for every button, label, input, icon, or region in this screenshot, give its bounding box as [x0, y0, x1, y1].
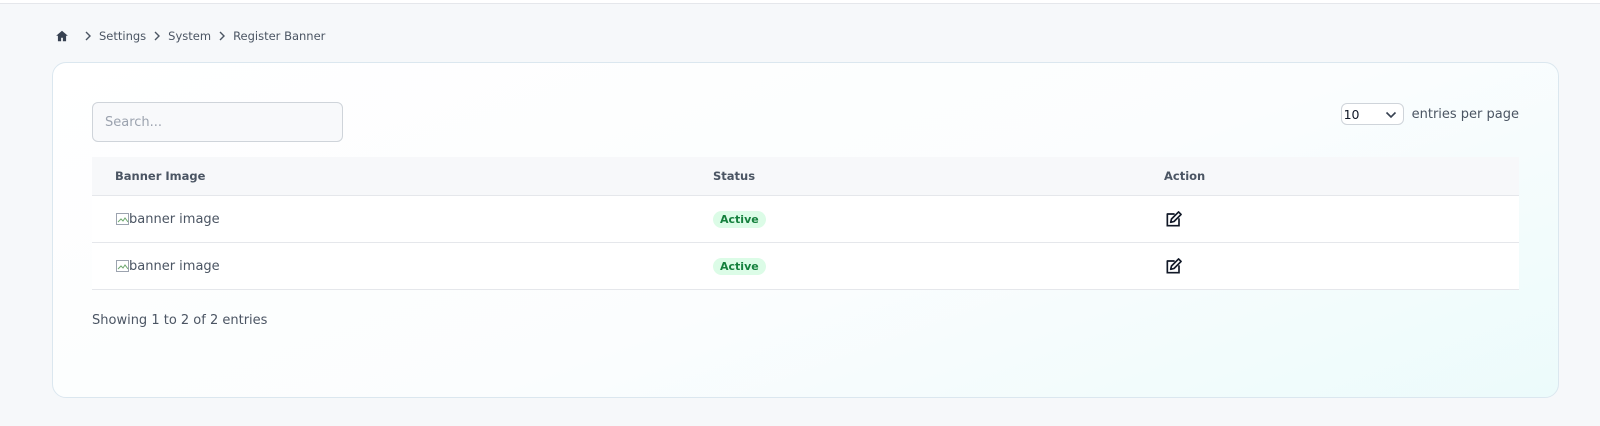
banner-image: banner image [115, 211, 220, 227]
column-header-action[interactable]: Action [1164, 169, 1519, 183]
table-row: banner image Active [92, 196, 1519, 243]
column-header-status[interactable]: Status [713, 169, 1164, 183]
table-header: Banner Image Status Action [92, 157, 1519, 196]
chevron-right-icon [150, 31, 164, 41]
chevron-down-icon [1385, 107, 1397, 122]
banner-image: banner image [115, 258, 220, 274]
page-size-value: 10 [1343, 106, 1360, 122]
breadcrumb-item-settings[interactable]: Settings [99, 29, 146, 43]
edit-icon[interactable] [1164, 209, 1184, 229]
entries-info: Showing 1 to 2 of 2 entries [92, 313, 268, 328]
breadcrumb-item-system[interactable]: System [168, 29, 211, 43]
banner-table: Banner Image Status Action banner image … [92, 157, 1519, 290]
status-badge: Active [713, 210, 766, 228]
banner-image-alt: banner image [129, 258, 220, 274]
breadcrumb-item-register-banner: Register Banner [233, 29, 326, 43]
banner-list-card: 10 entries per page Banner Image Status … [52, 62, 1559, 398]
edit-icon[interactable] [1164, 256, 1184, 276]
banner-image-alt: banner image [129, 211, 220, 227]
chevron-right-icon [215, 31, 229, 41]
column-header-banner-image[interactable]: Banner Image [92, 169, 713, 183]
per-page-label: entries per page [1411, 106, 1519, 122]
top-bar [0, 0, 1600, 4]
breadcrumb: Settings System Register Banner [55, 28, 325, 44]
home-icon[interactable] [55, 29, 69, 43]
page-size-control: 10 entries per page [1340, 103, 1519, 125]
chevron-right-icon [81, 31, 95, 41]
status-badge: Active [713, 257, 766, 275]
page-size-select[interactable]: 10 [1340, 103, 1404, 125]
search-input[interactable] [92, 102, 343, 142]
table-row: banner image Active [92, 243, 1519, 290]
